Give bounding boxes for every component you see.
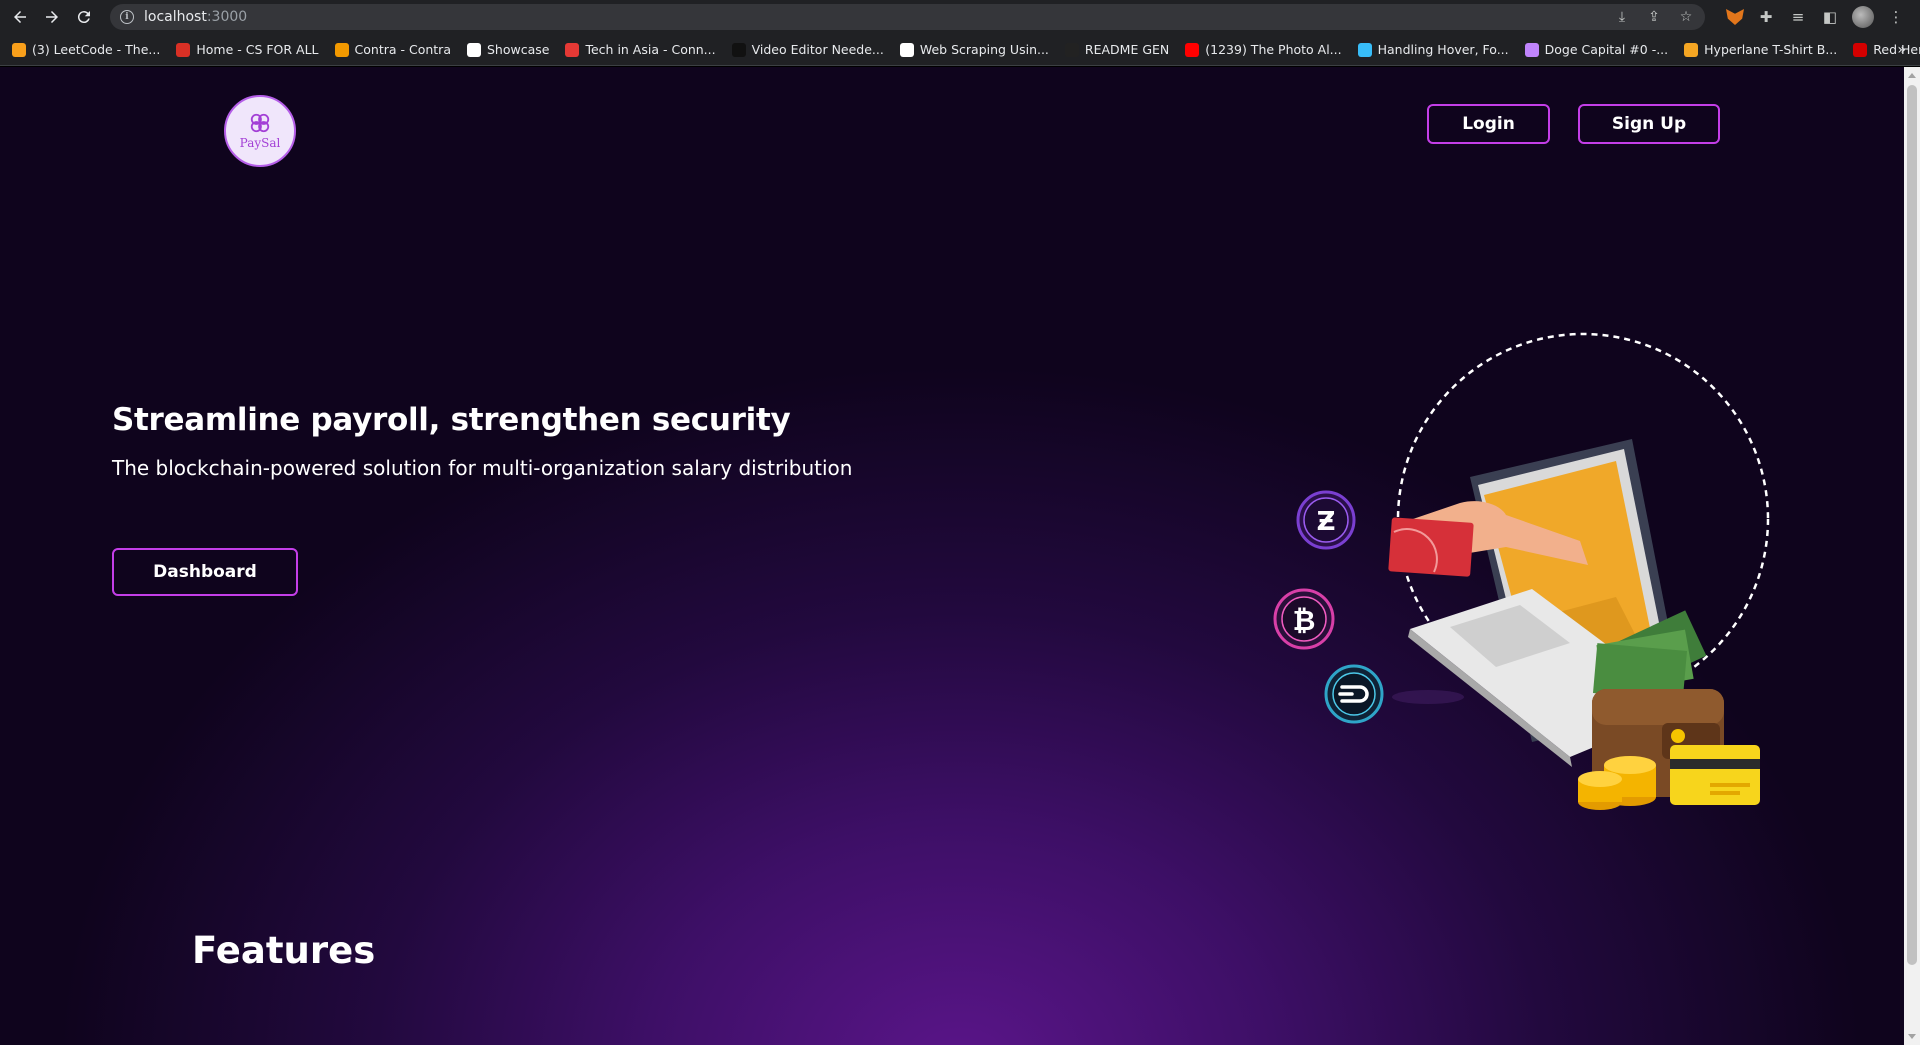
bookmark-item[interactable]: Doge Capital #0 -... xyxy=(1524,42,1669,57)
hero-subtitle: The blockchain-powered solution for mult… xyxy=(112,456,853,480)
bookmark-favicon-icon xyxy=(731,42,746,57)
bookmark-favicon-icon xyxy=(899,42,914,57)
signup-button[interactable]: Sign Up xyxy=(1578,104,1720,144)
side-panel-icon[interactable]: ◧ xyxy=(1820,8,1840,26)
svg-text:Ƶ: Ƶ xyxy=(1317,507,1336,537)
bookmark-label: Video Editor Neede... xyxy=(751,42,884,57)
bookmarks-bar: (3) LeetCode - The... Home - CS FOR ALL Co… xyxy=(0,34,1920,66)
url-port: :3000 xyxy=(206,9,248,25)
reading-list-icon[interactable]: ≡ xyxy=(1788,8,1808,26)
address-bar[interactable]: i localhost:3000 xyxy=(110,4,1705,30)
bookmark-favicon-icon xyxy=(1853,42,1868,57)
scroll-down-icon[interactable] xyxy=(1908,1034,1916,1039)
extensions-area: ✚ ≡ ◧ ⋮ xyxy=(1726,0,1920,34)
bookmark-favicon-icon xyxy=(1524,42,1539,57)
bookmark-item[interactable]: Red Hen Lab - Red... xyxy=(1853,42,1920,57)
bookmark-label: README GEN xyxy=(1084,42,1170,57)
bookmark-label: Web Scraping Usin... xyxy=(919,42,1049,57)
page-viewport: PaySal Login Sign Up Streamline payroll,… xyxy=(0,67,1904,1045)
dashboard-button[interactable]: Dashboard xyxy=(112,548,298,596)
profile-avatar[interactable] xyxy=(1852,6,1874,28)
logo-mark-icon xyxy=(250,113,270,133)
bookmark-favicon-icon xyxy=(565,42,580,57)
bookmark-item[interactable]: Handling Hover, Fo... xyxy=(1357,42,1509,57)
share-icon[interactable]: ⇪ xyxy=(1645,9,1663,25)
bookmark-label: Contra - Contra xyxy=(354,42,451,57)
bookmark-star-icon[interactable]: ☆ xyxy=(1677,9,1695,25)
browser-toolbar: i localhost:3000 ⤓ ⇪ ☆ ✚ ≡ ◧ ⋮ xyxy=(0,0,1920,34)
bookmark-item[interactable]: Web Scraping Usin... xyxy=(899,42,1049,57)
login-button[interactable]: Login xyxy=(1427,104,1550,144)
reload-icon[interactable] xyxy=(68,0,100,34)
bookmark-favicon-icon xyxy=(334,42,349,57)
credit-card-graphic xyxy=(1670,745,1760,805)
site-info-icon[interactable]: i xyxy=(120,10,134,24)
page-scrollbar[interactable] xyxy=(1904,67,1920,1045)
install-icon[interactable]: ⤓ xyxy=(1613,9,1631,25)
bookmark-item[interactable]: (1239) The Photo Al... xyxy=(1185,42,1342,57)
bookmark-label: Doge Capital #0 -... xyxy=(1544,42,1669,57)
url-host: localhost xyxy=(144,9,207,25)
bookmark-item[interactable]: Contra - Contra xyxy=(334,42,451,57)
paysal-logo[interactable]: PaySal xyxy=(224,95,296,167)
address-bar-actions: ⤓ ⇪ ☆ xyxy=(1613,4,1695,30)
bookmark-favicon-icon xyxy=(1684,42,1699,57)
zcash-coin-icon: Ƶ xyxy=(1296,490,1356,550)
scrollbar-thumb[interactable] xyxy=(1907,85,1917,965)
gold-coins-graphic xyxy=(1578,756,1656,810)
bookmark-label: Handling Hover, Fo... xyxy=(1377,42,1509,57)
hero-title: Streamline payroll, strengthen security xyxy=(112,402,791,438)
browser-menu-icon[interactable]: ⋮ xyxy=(1886,8,1906,26)
svg-text:₿: ₿ xyxy=(1293,604,1316,637)
bookmark-favicon-icon xyxy=(1357,42,1372,57)
metamask-extension-icon[interactable] xyxy=(1726,9,1744,25)
dash-coin-icon xyxy=(1324,664,1384,724)
back-icon[interactable] xyxy=(4,0,36,34)
shadow-ellipse xyxy=(1392,690,1464,704)
bookmark-item[interactable]: Showcase xyxy=(467,42,549,57)
bookmark-label: Hyperlane T-Shirt B... xyxy=(1704,42,1838,57)
bookmark-item[interactable]: (3) LeetCode - The... xyxy=(12,42,160,57)
bookmark-favicon-icon xyxy=(176,42,191,57)
extensions-puzzle-icon[interactable]: ✚ xyxy=(1756,8,1776,26)
bookmark-label: (3) LeetCode - The... xyxy=(32,42,161,57)
bookmarks-overflow-icon[interactable]: » xyxy=(1897,34,1906,65)
bookmark-item[interactable]: Home - CS FOR ALL xyxy=(176,42,319,57)
bookmark-item[interactable]: README GEN xyxy=(1064,42,1170,57)
bookmark-favicon-icon xyxy=(467,42,481,57)
bitcoin-coin-icon: ₿ xyxy=(1273,588,1335,650)
bookmark-item[interactable]: Hyperlane T-Shirt B... xyxy=(1684,42,1837,57)
bookmark-label: Tech in Asia - Conn... xyxy=(585,42,716,57)
scroll-up-icon[interactable] xyxy=(1908,73,1916,78)
bookmark-favicon-icon xyxy=(1185,42,1200,57)
bookmark-label: Showcase xyxy=(487,42,550,57)
bookmark-favicon-icon xyxy=(1064,42,1079,57)
forward-icon[interactable] xyxy=(36,0,68,34)
features-heading: Features xyxy=(192,929,376,972)
bookmark-favicon-icon xyxy=(12,42,26,57)
hero-illustration: Ƶ ₿ xyxy=(1273,332,1770,810)
bookmark-label: (1239) The Photo Al... xyxy=(1205,42,1342,57)
bookmark-item[interactable]: Video Editor Neede... xyxy=(731,42,884,57)
bookmark-item[interactable]: Tech in Asia - Conn... xyxy=(565,42,716,57)
bookmark-label: Home - CS FOR ALL xyxy=(196,42,319,57)
logo-text: PaySal xyxy=(239,136,281,150)
